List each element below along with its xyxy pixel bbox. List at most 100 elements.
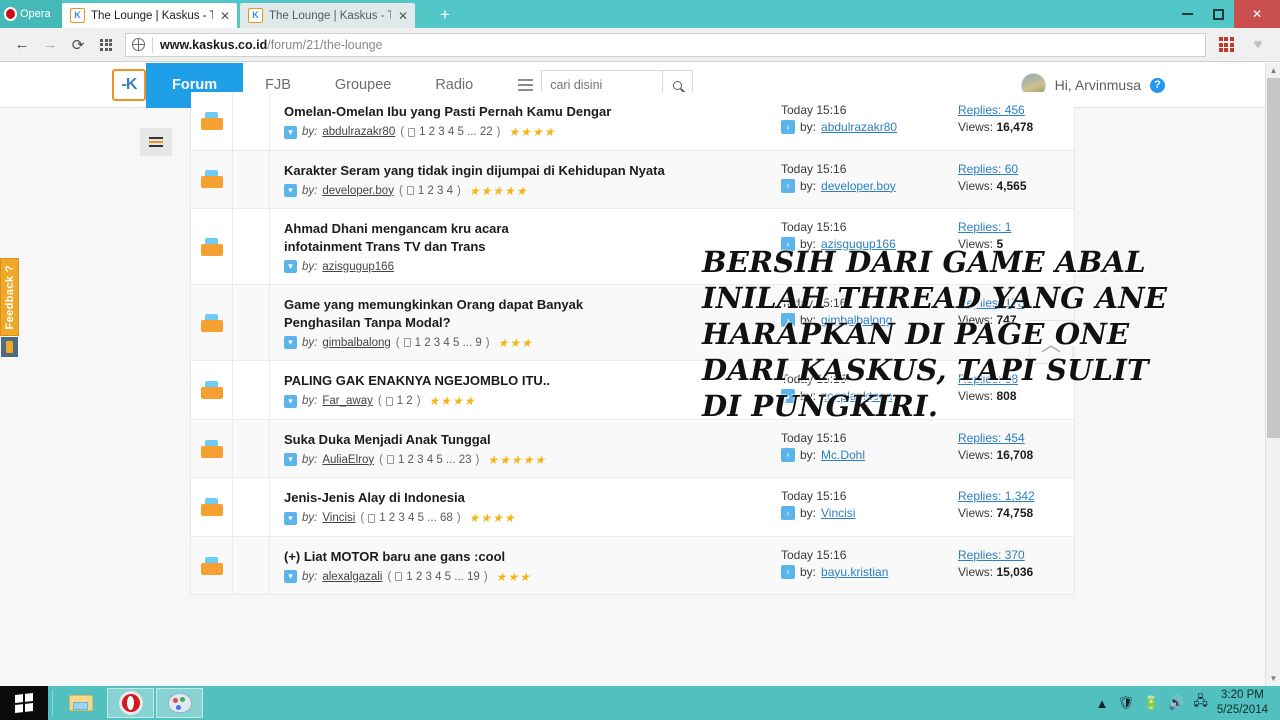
replies-count[interactable]: Replies: 454 (958, 431, 1066, 445)
thread-page-links[interactable]: (1 2 3 4 5 ... 22) (400, 126, 500, 138)
back-icon[interactable]: ← (8, 31, 36, 59)
thread-title[interactable]: Game yang memungkinkan Orang dapat Banya… (284, 296, 584, 331)
thread-page-links[interactable]: (1 2 3 4 5 ... 19) (387, 571, 487, 583)
thread-select-checkbox[interactable] (284, 125, 297, 139)
thread-author[interactable]: Vincisi (322, 512, 355, 524)
thread-author[interactable]: azisgugup166 (322, 261, 394, 273)
thread-page-links[interactable]: (1 2 3 4 5 ... 9) (396, 337, 490, 349)
table-row[interactable]: (+) Liat MOTOR baru ane gans :cool by: a… (191, 536, 1074, 596)
browser-tab-1[interactable]: K The Lounge | Kaskus - The ✕ (62, 3, 237, 28)
thread-author[interactable]: abdulrazakr80 (322, 126, 395, 138)
maximize-button[interactable] (1203, 0, 1234, 28)
thread-title[interactable]: PALING GAK ENAKNYA NGEJOMBLO ITU.. (284, 372, 759, 390)
start-button[interactable] (0, 686, 48, 720)
table-row[interactable]: Ahmad Dhani mengancam kru acara infotain… (191, 209, 1074, 286)
taskbar-item-opera[interactable] (107, 688, 154, 718)
thread-title[interactable]: Suka Duka Menjadi Anak Tunggal (284, 431, 759, 449)
goto-last-post-icon[interactable]: › (781, 237, 795, 252)
taskbar-clock[interactable]: 3:20 PM 5/25/2014 (1217, 688, 1272, 718)
feedback-icon[interactable] (1, 337, 18, 357)
table-row[interactable]: PALING GAK ENAKNYA NGEJOMBLO ITU.. by: F… (191, 361, 1074, 420)
goto-last-post-icon[interactable]: › (781, 506, 795, 521)
scrollbar-down-arrow-icon[interactable]: ▼ (1266, 671, 1280, 686)
replies-count[interactable]: Replies: 60 (958, 162, 1066, 176)
speed-dial-icon[interactable] (92, 31, 120, 59)
thread-page-links[interactable]: (1 2 3 4 5 ... 68) (360, 512, 460, 524)
volume-icon[interactable]: 🔊 (1168, 695, 1184, 711)
goto-last-post-icon[interactable]: › (781, 178, 795, 193)
goto-last-post-icon[interactable]: › (781, 564, 795, 579)
taskbar-item-file-explorer[interactable] (58, 688, 105, 718)
url-bar[interactable]: www.kaskus.co.id/forum/21/the-lounge (125, 32, 1206, 57)
help-icon[interactable]: ? (1150, 77, 1165, 93)
thread-page-links[interactable]: (1 2 3 4 5 ... 23) (379, 454, 479, 466)
last-post-author[interactable]: Vincisi (821, 506, 855, 520)
table-row[interactable]: Karakter Seram yang tidak ingin dijumpai… (191, 150, 1074, 210)
thread-select-checkbox[interactable] (284, 336, 297, 350)
close-tab-1-icon[interactable]: ✕ (219, 10, 231, 22)
thread-page-links[interactable]: (1 2 3 4) (399, 185, 461, 197)
search-input[interactable] (550, 78, 655, 92)
thread-select-checkbox[interactable] (284, 570, 297, 584)
last-post-author[interactable]: gimbalbalong (821, 313, 892, 327)
table-row[interactable]: Suka Duka Menjadi Anak Tunggal by: Aulia… (191, 419, 1074, 479)
goto-last-post-icon[interactable]: › (781, 120, 795, 134)
thread-select-checkbox[interactable] (284, 453, 297, 467)
browser-tab-2[interactable]: K The Lounge | Kaskus - The ✕ (240, 3, 415, 28)
action-center-icon[interactable]: 🛡 (1117, 695, 1134, 711)
minimize-button[interactable] (1172, 0, 1203, 28)
network-icon[interactable]: 🖧 (1193, 692, 1208, 714)
sidebar-toggle-button[interactable] (140, 128, 172, 156)
last-post-author[interactable]: azisgugup166 (821, 237, 896, 251)
last-post-author[interactable]: zooplanktoon (821, 389, 892, 403)
thread-author[interactable]: gimbalbalong (322, 337, 390, 349)
goto-last-post-icon[interactable]: › (781, 313, 795, 328)
thread-author[interactable]: Far_away (322, 395, 373, 407)
scrollbar-thumb[interactable] (1267, 78, 1280, 438)
table-row[interactable]: Jenis-Jenis Alay di Indonesia by: Vincis… (191, 478, 1074, 537)
thread-select-checkbox[interactable] (284, 184, 297, 198)
battery-icon[interactable]: 🔋 (1143, 695, 1159, 711)
bookmark-heart-icon[interactable]: ♥ (1244, 31, 1272, 59)
replies-count[interactable]: Replies: 456 (958, 103, 1066, 117)
replies-count[interactable]: Replies: 178 (958, 296, 1066, 310)
kaskus-logo[interactable]: -K (112, 69, 146, 101)
scrollbar-up-arrow-icon[interactable]: ▲ (1266, 63, 1280, 78)
reload-icon[interactable]: ⟳ (64, 31, 92, 59)
replies-count[interactable]: Replies: 370 (958, 548, 1066, 562)
show-hidden-icons-icon[interactable]: ▲ (1096, 696, 1109, 711)
thread-title[interactable]: (+) Liat MOTOR baru ane gans :cool (284, 548, 759, 566)
scroll-to-top-button[interactable]: ︿ (1029, 320, 1073, 364)
goto-last-post-icon[interactable]: › (781, 447, 795, 462)
thread-title[interactable]: Ahmad Dhani mengancam kru acara infotain… (284, 220, 584, 255)
last-post-author[interactable]: developer.boy (821, 179, 896, 193)
thread-page-links[interactable]: (1 2) (378, 395, 421, 407)
thread-title[interactable]: Karakter Seram yang tidak ingin dijumpai… (284, 162, 759, 180)
taskbar-item-paint[interactable] (156, 688, 203, 718)
thread-author[interactable]: AuliaElroy (322, 454, 374, 466)
thread-select-checkbox[interactable] (284, 511, 297, 525)
replies-count[interactable]: Replies: 38 (958, 372, 1066, 386)
thread-author[interactable]: alexalgazali (322, 571, 382, 583)
last-post-author[interactable]: abdulrazakr80 (821, 120, 897, 134)
new-tab-button[interactable]: + (434, 5, 456, 25)
table-row[interactable]: Game yang memungkinkan Orang dapat Banya… (191, 285, 1074, 362)
table-row[interactable]: Omelan-Omelan Ibu yang Pasti Pernah Kamu… (191, 92, 1074, 151)
thread-title[interactable]: Jenis-Jenis Alay di Indonesia (284, 489, 759, 507)
opera-menu-button[interactable]: Opera (0, 0, 62, 28)
last-post-author[interactable]: bayu.kristian (821, 565, 888, 579)
forward-icon[interactable]: → (36, 31, 64, 59)
page-scrollbar[interactable]: ▲ ▼ (1265, 63, 1280, 686)
close-tab-2-icon[interactable]: ✕ (397, 10, 409, 22)
extensions-icon[interactable] (1212, 31, 1240, 59)
goto-last-post-icon[interactable]: › (781, 389, 795, 404)
thread-select-checkbox[interactable] (284, 394, 297, 408)
replies-count[interactable]: Replies: 1,342 (958, 489, 1066, 503)
thread-select-checkbox[interactable] (284, 260, 297, 274)
thread-title[interactable]: Omelan-Omelan Ibu yang Pasti Pernah Kamu… (284, 103, 759, 121)
feedback-tab-button[interactable]: Feedback ? (0, 258, 19, 336)
last-post-author[interactable]: Mc.Dohl (821, 448, 865, 462)
close-window-button[interactable]: ✕ (1234, 0, 1280, 28)
replies-count[interactable]: Replies: 1 (958, 220, 1066, 234)
thread-author[interactable]: developer.boy (322, 185, 394, 197)
